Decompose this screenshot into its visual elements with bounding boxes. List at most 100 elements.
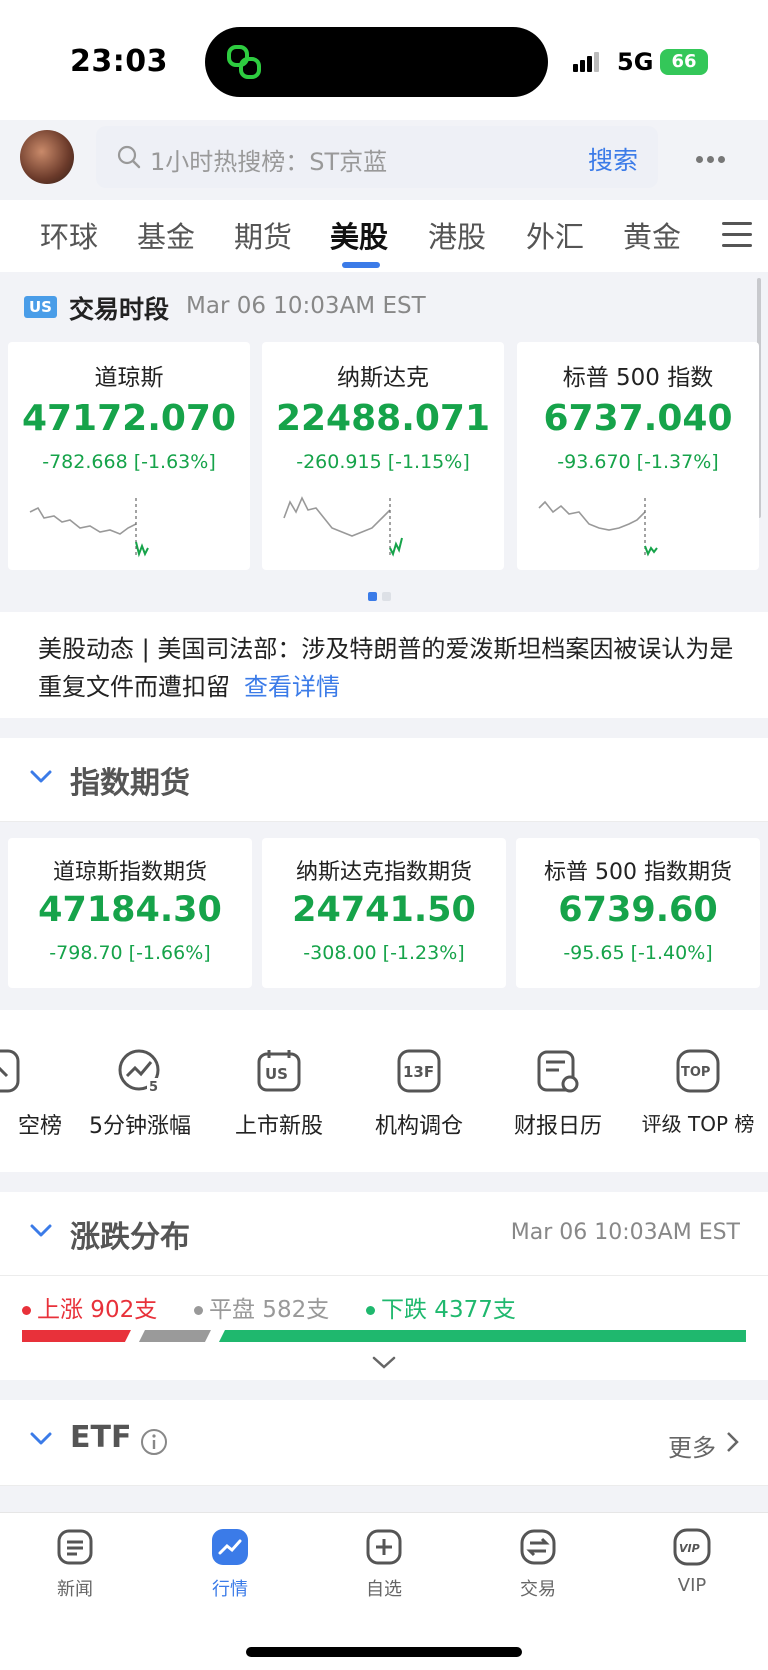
network-type: 5G [617,48,654,76]
search-button[interactable]: 搜索 [588,141,638,177]
news-detail-link[interactable]: 查看详情 [244,673,340,701]
index-card-sp500[interactable]: 标普 500 指数 6737.040 -93.670 [-1.37%] [517,342,759,570]
news-banner[interactable]: 美股动态 | 美国司法部：涉及特朗普的爱泼斯坦档案因被误认为是重复文件而遭扣留查… [0,612,768,718]
chart-icon [0,1049,20,1093]
search-icon [117,145,141,169]
futures-card-nasdaq[interactable]: 纳斯达克指数期货 24741.50 -308.00 [-1.23%] [262,838,506,988]
trend-5min-icon: 5 [118,1049,161,1094]
tabbar-watchlist[interactable]: 自选 [334,1527,434,1601]
page-indicator [368,586,396,605]
tool-label: 空榜 [17,1114,62,1139]
tool-ipo[interactable]: US 上市新股 [209,1048,349,1140]
13f-icon: 13F [397,1049,441,1093]
chevron-right-icon [727,1432,739,1452]
etf-more-link[interactable]: 更多 [668,1428,716,1463]
status-bar: 23:03 5G 66 [0,0,768,120]
chevron-down-icon [30,1432,52,1445]
breadth-panel: 上涨 902支 平盘 582支 下跌 4377支 [0,1276,768,1380]
futures-value: 47184.30 [38,890,222,930]
index-change: -260.915 [-1.15%] [296,451,470,473]
expand-chevron-icon[interactable] [372,1356,396,1370]
vip-icon: VIP [673,1528,711,1566]
trade-icon [520,1529,556,1565]
search-placeholder: 1小时热搜榜：ST京蓝 [150,148,388,176]
home-indicator[interactable] [246,1647,522,1657]
tools-row: 空榜 5 5分钟涨幅 US 上市新股 13F 机构调仓 财报日历 TOP 评级 … [0,1010,768,1172]
futures-value: 24741.50 [292,890,476,930]
index-card-dow[interactable]: 道琼斯 47172.070 -782.668 [-1.63%] [8,342,250,570]
tabbar-label: 行情 [212,1579,248,1600]
market-icon [212,1529,248,1565]
svg-text:US: US [265,1065,288,1083]
index-card-nasdaq[interactable]: 纳斯达克 22488.071 -260.915 [-1.15%] [262,342,504,570]
index-change: -93.670 [-1.37%] [557,451,719,473]
breadth-section-header[interactable]: 涨跌分布 Mar 06 10:03AM EST [0,1192,768,1276]
tool-label: 上市新股 [234,1114,323,1139]
tabbar-trade[interactable]: 交易 [488,1527,588,1601]
tab-forex[interactable]: 外汇 [526,214,584,256]
tool-label: 财报日历 [513,1114,602,1139]
tabbar-label: 自选 [366,1579,402,1600]
menu-icon[interactable] [722,222,752,248]
index-value: 22488.071 [275,398,491,439]
tab-hk-stocks[interactable]: 港股 [428,214,486,256]
index-name: 标普 500 指数 [562,365,714,391]
status-time: 23:03 [70,44,168,79]
futures-value: 6739.60 [558,890,718,930]
svg-text:5: 5 [149,1080,158,1094]
futures-change: -308.00 [-1.23%] [303,942,465,964]
etf-title: ETF [70,1420,132,1455]
news-headline: 美股动态 | 美国司法部：涉及特朗普的爱泼斯坦档案因被误认为是重复文件而遭扣留 [38,635,734,701]
tool-institution[interactable]: 13F 机构调仓 [349,1048,489,1140]
futures-name: 道琼斯指数期货 [52,860,207,885]
sparkline-sp500 [538,498,658,558]
tab-futures[interactable]: 期货 [234,214,292,256]
index-name: 道琼斯 [94,365,164,391]
search-bar[interactable]: 1小时热搜榜：ST京蓝 搜索 [96,126,658,188]
bar-down [218,1330,746,1342]
trading-session: US 交易时段 Mar 06 10:03AM EST 道琼斯 47172.070… [0,272,768,612]
futures-cards: 道琼斯指数期货 47184.30 -798.70 [-1.66%] 纳斯达克指数… [0,822,768,1008]
futures-change: -95.65 [-1.40%] [563,942,713,964]
tool-label: 5分钟涨幅 [89,1114,191,1139]
index-value: 6737.040 [543,398,733,439]
watchlist-icon [366,1529,402,1565]
more-icon[interactable] [696,148,729,167]
tab-gold[interactable]: 黄金 [623,214,681,256]
futures-title: 指数期货 [70,766,190,801]
index-change: -782.668 [-1.63%] [42,451,216,473]
sparkline-nasdaq [283,496,403,558]
tabbar-vip[interactable]: VIP VIP [642,1527,742,1596]
futures-section-header[interactable]: 指数期货 [0,738,768,822]
tool-earnings-calendar[interactable]: 财报日历 [488,1048,628,1140]
market-page: 23:03 5G 66 1小时热搜榜：ST京蓝 搜索 环球 基金 期货 美股 港… [0,0,768,1670]
us-calendar-icon: US [257,1050,301,1092]
chevron-down-icon [30,1224,52,1237]
tool-5min-gain[interactable]: 5 5分钟涨幅 [70,1048,210,1140]
info-icon[interactable] [140,1428,168,1456]
tool-rating-top[interactable]: TOP 评级 TOP 榜 [628,1048,768,1137]
tabbar-label: 新闻 [57,1579,93,1600]
futures-name: 纳斯达克指数期货 [295,860,472,885]
bar-flat [139,1330,211,1342]
bottom-tab-bar: 新闻 行情 自选 交易 VIP VIP [0,1512,768,1670]
tool-label: 评级 TOP 榜 [641,1112,755,1136]
tab-global[interactable]: 环球 [40,214,98,256]
futures-card-sp500[interactable]: 标普 500 指数期货 6739.60 -95.65 [-1.40%] [516,838,760,988]
news-text: 美股动态 | 美国司法部：涉及特朗普的爱泼斯坦档案因被误认为是重复文件而遭扣留查… [38,630,738,706]
dynamic-island [205,27,548,97]
breadth-time: Mar 06 10:03AM EST [510,1220,740,1245]
battery-icon: 66 [660,49,708,75]
tool-label: 机构调仓 [374,1114,463,1139]
tab-us-stocks[interactable]: 美股 [330,214,388,256]
futures-change: -798.70 [-1.66%] [49,942,211,964]
svg-text:13F: 13F [403,1063,434,1081]
tool-chart-list[interactable]: 空榜 [0,1048,68,1140]
tab-funds[interactable]: 基金 [137,214,195,256]
tabbar-market[interactable]: 行情 [180,1527,280,1601]
etf-section-header[interactable]: ETF 更多 [0,1400,768,1486]
tabbar-news[interactable]: 新闻 [25,1527,125,1601]
app-link-icon [227,45,261,79]
avatar[interactable] [20,130,74,184]
futures-card-dow[interactable]: 道琼斯指数期货 47184.30 -798.70 [-1.66%] [8,838,252,988]
